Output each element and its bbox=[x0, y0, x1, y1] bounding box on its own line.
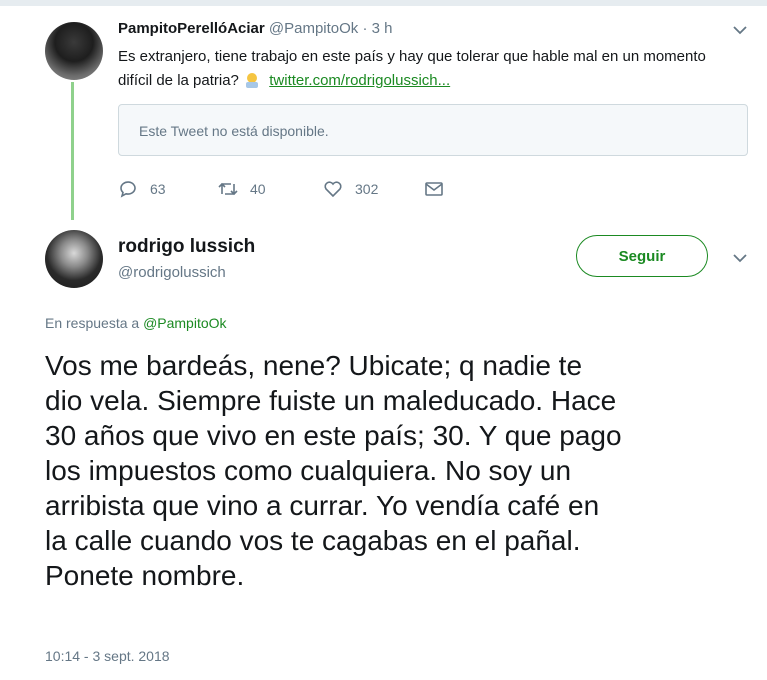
tweet2-body: Vos me bardeás, nene? Ubicate; q nadie t… bbox=[45, 348, 757, 593]
reply-prefix: En respuesta a bbox=[45, 315, 140, 331]
top-border bbox=[0, 0, 767, 6]
tweet1-display-name[interactable]: PampitoPerellóAciar bbox=[118, 20, 265, 37]
quoted-tweet-text: Este Tweet no está disponible. bbox=[139, 123, 329, 139]
tweet1-link[interactable]: twitter.com/rodrigolussich... bbox=[269, 72, 450, 89]
tweet2-handle[interactable]: @rodrigolussich bbox=[118, 264, 226, 281]
dm-button[interactable] bbox=[424, 180, 444, 198]
like-count: 302 bbox=[355, 181, 379, 197]
tweet1-text-block: Es extranjero, tiene trabajo en este paí… bbox=[118, 45, 718, 93]
tweet2-timestamp[interactable]: 10:14 - 3 sept. 2018 bbox=[45, 648, 170, 664]
reply-context: En respuesta a @PampitoOk bbox=[45, 315, 227, 331]
tweet2-body-line: arribista que vino a currar. Yo vendía c… bbox=[45, 490, 600, 521]
tweet1-time[interactable]: 3 h bbox=[372, 20, 393, 37]
reply-icon bbox=[120, 181, 136, 198]
tweet2-body-line: Vos me bardeás, nene? Ubicate; q nadie t… bbox=[45, 350, 583, 381]
like-button[interactable]: 302 bbox=[323, 180, 378, 198]
retweet-icon bbox=[218, 182, 238, 196]
tweet1-handle[interactable]: @PampitoOk bbox=[269, 20, 358, 37]
chevron-down-icon[interactable] bbox=[732, 22, 748, 40]
tweet2-body-line: los impuestos como cualquiera. No soy un bbox=[45, 455, 572, 486]
follow-button[interactable]: Seguir bbox=[576, 235, 708, 277]
tweet2-body-line: Ponete nombre. bbox=[45, 560, 245, 591]
chevron-down-icon[interactable] bbox=[732, 250, 748, 268]
reply-count: 63 bbox=[150, 181, 166, 197]
tweet2-body-line: dio vela. Siempre fuiste un maleducado. … bbox=[45, 385, 617, 416]
avatar-rodrigolussich[interactable] bbox=[45, 230, 103, 288]
dm-icon bbox=[425, 182, 443, 196]
tweet2-body-line: 30 años que vivo en este país; 30. Y que… bbox=[45, 420, 622, 451]
tweet2-body-line: la calle cuando vos te cagabas en el pañ… bbox=[45, 525, 581, 556]
retweet-count: 40 bbox=[250, 181, 266, 197]
avatar-pampitook[interactable] bbox=[45, 22, 103, 80]
thread-connector-line bbox=[71, 82, 74, 220]
tweet2-display-name[interactable]: rodrigo lussich bbox=[118, 236, 255, 258]
dot-separator: · bbox=[362, 20, 368, 37]
thinking-emoji-icon bbox=[243, 72, 261, 88]
tweet1-header: PampitoPerellóAciar @PampitoOk · 3 h bbox=[118, 20, 393, 37]
quoted-tweet-unavailable[interactable]: Este Tweet no está disponible. bbox=[118, 104, 748, 156]
like-icon bbox=[324, 181, 342, 198]
reply-mention[interactable]: @PampitoOk bbox=[143, 315, 226, 331]
reply-button[interactable]: 63 bbox=[118, 180, 166, 198]
retweet-button[interactable]: 40 bbox=[218, 180, 266, 198]
